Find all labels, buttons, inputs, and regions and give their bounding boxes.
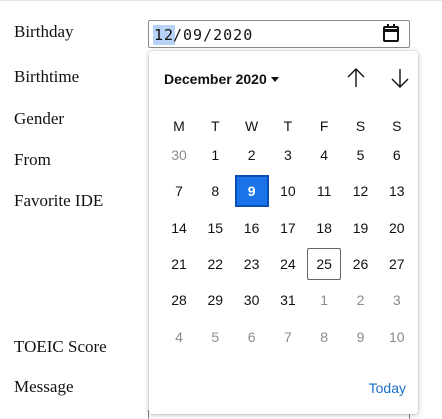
calendar-day[interactable]: 22 [198, 248, 232, 280]
calendar-day[interactable]: 21 [162, 248, 196, 280]
calendar-day[interactable]: 28 [162, 284, 196, 316]
calendar-day[interactable]: 15 [198, 212, 232, 244]
calendar-day[interactable]: 30 [162, 139, 196, 171]
birthday-day-year-segment[interactable]: /09/2020 [173, 25, 253, 45]
month-year-label: December 2020 [164, 71, 267, 87]
calendar-day[interactable]: 3 [380, 284, 414, 316]
calendar-day[interactable]: 29 [198, 284, 232, 316]
calendar-day[interactable]: 31 [271, 284, 305, 316]
calendar-day[interactable]: 1 [198, 139, 232, 171]
weekday-header: S [392, 118, 402, 134]
gender-label: Gender [14, 109, 65, 128]
calendar-day[interactable]: 1 [307, 284, 341, 316]
next-month-button[interactable] [387, 65, 413, 91]
from-label: From [14, 150, 51, 169]
calendar-day[interactable]: 9 [234, 175, 269, 208]
calendar-day[interactable]: 3 [271, 139, 305, 171]
calendar-day[interactable]: 5 [344, 139, 378, 171]
birthday-date-input[interactable]: 12 /09/2020 [148, 20, 410, 48]
weekday-header: T [283, 118, 293, 134]
date-picker-popup: December 2020 M T W T F S S 30 1 2 3 4 5 6 7 8 9 10 11 12 13… [149, 51, 418, 414]
calendar-day[interactable]: 16 [235, 212, 269, 244]
weekday-header: T [211, 118, 220, 134]
calendar-day[interactable]: 8 [307, 321, 341, 353]
calendar-day[interactable]: 6 [380, 139, 414, 171]
favorite-ide-label: Favorite IDE [14, 191, 104, 210]
calendar-day[interactable]: 20 [380, 212, 414, 244]
calendar-day[interactable]: 24 [271, 248, 305, 280]
calendar-day[interactable]: 27 [380, 248, 414, 280]
birthday-month-segment[interactable]: 12 [153, 25, 176, 45]
month-year-dropdown[interactable]: December 2020 [164, 70, 279, 88]
today-button[interactable]: Today [369, 380, 406, 396]
birthtime-label: Birthtime [14, 67, 80, 86]
calendar-day[interactable]: 25 [307, 247, 342, 280]
arrow-down-icon [391, 69, 409, 88]
calendar-day[interactable]: 23 [235, 248, 269, 280]
birthday-label: Birthday [14, 22, 74, 41]
calendar-day[interactable]: 18 [307, 212, 341, 244]
calendar-day[interactable]: 12 [344, 175, 378, 207]
toeic-score-label: TOEIC Score [14, 337, 107, 356]
calendar-day[interactable]: 9 [344, 321, 378, 353]
calendar-day[interactable]: 10 [271, 175, 305, 207]
calendar-day[interactable]: 14 [162, 212, 196, 244]
calendar-day[interactable]: 6 [235, 321, 269, 353]
weekday-header: S [355, 118, 366, 134]
message-label: Message [14, 377, 74, 396]
calendar-day[interactable]: 26 [344, 248, 378, 280]
calendar-day[interactable]: 4 [307, 139, 341, 171]
calendar-day[interactable]: 30 [235, 284, 269, 316]
calendar-day[interactable]: 11 [307, 175, 341, 207]
weekday-header: M [173, 118, 185, 134]
calendar-day[interactable]: 8 [198, 175, 232, 207]
calendar-day[interactable]: 7 [271, 321, 305, 353]
calendar-day[interactable]: 13 [380, 175, 414, 207]
calendar-day[interactable]: 17 [271, 212, 305, 244]
calendar-day[interactable]: 19 [344, 212, 378, 244]
calendar-icon[interactable] [383, 24, 399, 42]
calendar-day[interactable]: 5 [198, 321, 232, 353]
calendar-day[interactable]: 2 [235, 139, 269, 171]
arrow-up-icon [347, 68, 365, 87]
calendar-day[interactable]: 7 [162, 175, 196, 207]
weekday-header: F [319, 118, 329, 134]
calendar-day[interactable]: 2 [344, 284, 378, 316]
weekday-header: W [244, 118, 259, 134]
page-top-border [0, 0, 442, 11]
calendar-day[interactable]: 4 [162, 321, 196, 353]
previous-month-button[interactable] [343, 65, 369, 91]
calendar-day[interactable]: 10 [380, 321, 414, 353]
caret-down-icon [270, 76, 279, 82]
